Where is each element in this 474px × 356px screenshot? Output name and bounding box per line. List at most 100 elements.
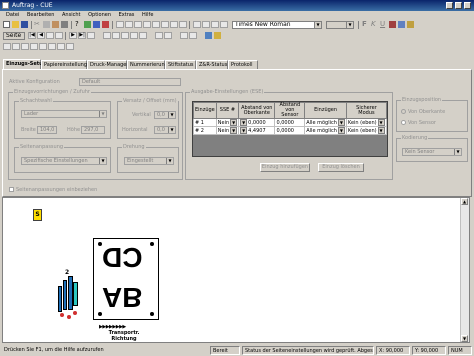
view-split-button[interactable]: [180, 32, 188, 39]
col-header-modus[interactable]: Sicherer Modus: [345, 102, 388, 119]
cell-sse[interactable]: Nein ▼: [215, 126, 240, 135]
cell-abst-oben[interactable]: ▼ 0,0000: [238, 118, 276, 127]
cell-sse[interactable]: Nein ▼: [215, 118, 240, 127]
table-button[interactable]: [161, 21, 169, 28]
cell-modus[interactable]: Kein (eben) ▼: [345, 118, 388, 127]
cell-einzuegen[interactable]: Alle möglich ▼: [304, 126, 347, 135]
spin-icon[interactable]: ▼: [168, 112, 175, 118]
col-header-abstand-oben[interactable]: Abstand von Oberkante: [238, 102, 276, 119]
full-view-button[interactable]: [139, 32, 147, 39]
delete-einzug-button[interactable]: Einzug löschen: [318, 163, 364, 172]
col-header-einzuegen[interactable]: Einzügen: [304, 102, 347, 119]
cursor-icon[interactable]: [93, 21, 100, 28]
horizontal-field[interactable]: 0,0 ▼: [154, 126, 176, 134]
first-page-button[interactable]: |◀: [28, 32, 36, 39]
highlight-icon[interactable]: [407, 21, 414, 28]
table-row[interactable]: # 2 Nein ▼ ▼ 4,4907 0,0000 Alle möglich ▼ K…: [193, 126, 388, 135]
help-cursor-icon[interactable]: ?: [75, 21, 82, 28]
page-blank-button[interactable]: [46, 32, 54, 39]
monitor-icon[interactable]: [205, 32, 212, 39]
check-icon[interactable]: [84, 21, 91, 28]
feeder-stack-icon[interactable]: [58, 276, 80, 320]
grid-button[interactable]: [152, 21, 160, 28]
save-icon[interactable]: [21, 21, 28, 28]
chevron-down-icon[interactable]: ▼: [377, 127, 385, 134]
menu-extras[interactable]: Extras: [119, 12, 135, 18]
tool-button-7[interactable]: [57, 43, 65, 50]
seitenanpassung-combo[interactable]: Spezifische Einstellungen ▼: [21, 157, 107, 165]
underline-icon[interactable]: U: [380, 21, 387, 28]
text-button[interactable]: [193, 21, 201, 28]
folder-icon[interactable]: [214, 32, 221, 39]
cell-name[interactable]: # 2: [193, 126, 217, 135]
chevron-down-icon[interactable]: ▼: [337, 127, 345, 134]
chevron-down-icon[interactable]: ▼: [166, 158, 173, 164]
tool-button-1[interactable]: [3, 43, 11, 50]
radio-sensor[interactable]: [401, 120, 406, 125]
align-center-button[interactable]: [125, 21, 133, 28]
aktive-config-field[interactable]: Default: [79, 78, 181, 86]
schacht-combo[interactable]: Lader ▼: [21, 110, 107, 118]
delete-button[interactable]: [202, 21, 210, 28]
font-size-combo[interactable]: ▼: [326, 21, 354, 29]
stop-icon[interactable]: [102, 21, 109, 28]
hoehe-field[interactable]: 297,0: [81, 126, 105, 134]
tool-button-8[interactable]: [66, 43, 74, 50]
kodierung-combo[interactable]: Kein Sensor ▼: [402, 148, 462, 156]
copy-icon[interactable]: [43, 21, 50, 28]
rows-button[interactable]: [179, 21, 187, 28]
zoom-icon[interactable]: [398, 21, 405, 28]
tab-druck-manager[interactable]: Druck-Manager: [87, 60, 128, 69]
breite-field[interactable]: 104,0: [37, 126, 57, 134]
chevron-down-icon[interactable]: ▼: [99, 111, 106, 117]
col-header-sse[interactable]: SSE #: [215, 102, 240, 119]
spin-icon[interactable]: ▼: [240, 119, 248, 126]
cell-einzuegen[interactable]: Alle möglich ▼: [304, 118, 347, 127]
chevron-down-icon[interactable]: ▼: [454, 149, 461, 155]
chevron-down-icon[interactable]: ▼: [314, 22, 321, 28]
font-name-combo[interactable]: Times New Roman ▼: [232, 21, 322, 29]
menu-ansicht[interactable]: Ansicht: [62, 12, 80, 18]
align-right-button[interactable]: [134, 21, 142, 28]
cell-abst-sensor[interactable]: 0,0000: [274, 118, 306, 127]
cut-icon[interactable]: ✂: [34, 21, 41, 28]
menu-bearbeiten[interactable]: Bearbeiten: [27, 12, 54, 18]
page-combo[interactable]: Seite: [3, 32, 25, 40]
menu-hilfe[interactable]: Hilfe: [142, 12, 153, 18]
radio-oberkante[interactable]: [401, 109, 406, 114]
chevron-down-icon[interactable]: ▼: [230, 127, 238, 134]
col-header-abstand-sensor[interactable]: Abstand von Sensor: [274, 102, 306, 119]
tab-einzugs-setup[interactable]: Einzugs-Setup: [3, 59, 46, 69]
fit-width-button[interactable]: [130, 32, 138, 39]
italic-icon[interactable]: K: [371, 21, 378, 28]
align-left-button[interactable]: [116, 21, 124, 28]
tab-stiftstatus[interactable]: Stiftstatus: [165, 60, 196, 69]
tab-zr-status[interactable]: Z&R-Status: [196, 60, 228, 69]
tab-papiereinstellungen[interactable]: Papiereinstellungen: [41, 60, 93, 69]
tool-button-5[interactable]: [39, 43, 47, 50]
minimize-button[interactable]: [446, 2, 453, 9]
tab-protokoll[interactable]: Protokoll: [228, 60, 258, 69]
cell-modus[interactable]: Kein (eben) ▼: [345, 126, 388, 135]
next-page-button[interactable]: ▶: [69, 32, 77, 39]
tool-button-4[interactable]: [30, 43, 38, 50]
new-icon[interactable]: [3, 21, 10, 28]
col-header-einzuege[interactable]: Einzüge: [193, 102, 217, 119]
print-icon[interactable]: [61, 21, 68, 28]
menu-optionen[interactable]: Optionen: [88, 12, 111, 18]
drehung-combo[interactable]: Eingestellt ▼: [124, 157, 174, 165]
status-badge[interactable]: S: [33, 209, 42, 221]
chevron-down-icon[interactable]: ▼: [230, 119, 238, 126]
prev-page-button[interactable]: ◀: [37, 32, 45, 39]
cell-abst-sensor[interactable]: 0,0000: [274, 126, 306, 135]
menu-datei[interactable]: Datei: [6, 12, 19, 18]
seitenanpassung-checkbox[interactable]: [9, 187, 14, 192]
cell-name[interactable]: # 1: [193, 118, 217, 127]
tab-nummerierung[interactable]: Nummerierung: [127, 60, 168, 69]
bold-icon[interactable]: F: [362, 21, 369, 28]
vertikal-field[interactable]: 0,0 ▼: [154, 111, 176, 119]
chevron-down-icon[interactable]: ▼: [99, 158, 106, 164]
page-goto-button[interactable]: [87, 32, 95, 39]
image-button[interactable]: [211, 21, 219, 28]
open-icon[interactable]: [12, 21, 19, 28]
